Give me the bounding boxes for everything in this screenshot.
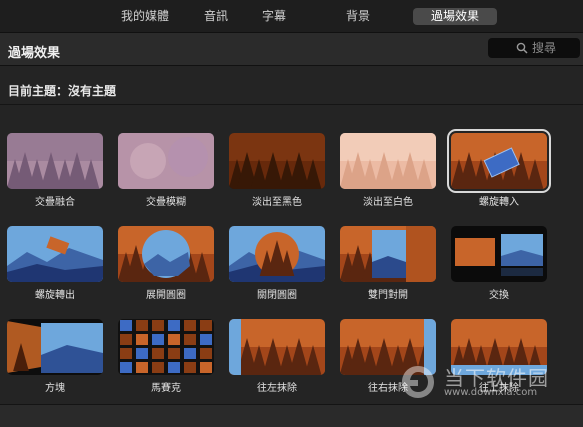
transition-label: 淡出至黑色 bbox=[252, 197, 302, 208]
header-bar: 過場效果 bbox=[0, 32, 583, 66]
transition-thumbnail[interactable] bbox=[229, 319, 325, 375]
thumbnail-preview bbox=[229, 319, 325, 375]
tab-transitions[interactable]: 過場效果 bbox=[413, 8, 497, 25]
transition-label: 馬賽克 bbox=[151, 383, 181, 394]
tab-audio[interactable]: 音訊 bbox=[196, 8, 236, 25]
tab-titles[interactable]: 字幕 bbox=[254, 8, 294, 25]
thumbnail-preview bbox=[118, 226, 214, 282]
transition-thumbnail[interactable] bbox=[7, 226, 103, 282]
thumbnail-preview bbox=[7, 133, 103, 189]
transition-thumbnail[interactable] bbox=[451, 319, 547, 375]
thumbnail-preview bbox=[7, 319, 103, 375]
top-tab-bar: 我的媒體 音訊 字幕 背景 過場效果 bbox=[0, 0, 583, 32]
search-box[interactable] bbox=[488, 38, 580, 58]
thumbnail-preview bbox=[451, 226, 547, 282]
transition-label: 往上抹除 bbox=[479, 383, 519, 394]
transition-label: 螺旋轉入 bbox=[479, 197, 519, 208]
transition-label: 螺旋轉出 bbox=[35, 290, 75, 301]
transition-thumbnail[interactable] bbox=[229, 133, 325, 189]
transition-thumbnail[interactable] bbox=[447, 129, 551, 193]
transition-thumbnail[interactable] bbox=[451, 226, 547, 282]
transition-label: 淡出至白色 bbox=[363, 197, 413, 208]
transition-thumbnail[interactable] bbox=[118, 319, 214, 375]
transition-thumbnail[interactable] bbox=[340, 226, 436, 282]
transition-thumbnail[interactable] bbox=[340, 319, 436, 375]
thumbnail-preview bbox=[118, 319, 214, 375]
transition-thumbnail[interactable] bbox=[118, 226, 214, 282]
transition-thumbnail[interactable] bbox=[7, 133, 103, 189]
tab-backgrounds[interactable]: 背景 bbox=[338, 8, 378, 25]
thumbnail-preview bbox=[340, 133, 436, 189]
thumbnail-preview bbox=[229, 133, 325, 189]
thumbnail-preview bbox=[451, 133, 547, 189]
transition-thumbnail[interactable] bbox=[229, 226, 325, 282]
thumbnail-preview bbox=[340, 319, 436, 375]
divider bbox=[0, 104, 583, 105]
thumbnail-preview bbox=[229, 226, 325, 282]
bottom-bar bbox=[0, 404, 583, 427]
current-theme-label: 目前主題：沒有主題 bbox=[8, 84, 117, 98]
transition-label: 展開圓圈 bbox=[146, 290, 186, 301]
transition-label: 雙門對開 bbox=[368, 290, 408, 301]
thumbnail-preview bbox=[7, 226, 103, 282]
search-icon bbox=[516, 42, 528, 54]
thumbnail-preview bbox=[340, 226, 436, 282]
transition-label: 交疊模糊 bbox=[146, 197, 186, 208]
transition-thumbnail[interactable] bbox=[7, 319, 103, 375]
transition-thumbnail[interactable] bbox=[118, 133, 214, 189]
transition-thumbnail[interactable] bbox=[340, 133, 436, 189]
transition-label: 往左抹除 bbox=[257, 383, 297, 394]
thumbnail-preview bbox=[118, 133, 214, 189]
transition-label: 往右抹除 bbox=[368, 383, 408, 394]
tab-my-media[interactable]: 我的媒體 bbox=[112, 8, 178, 25]
transition-label: 交疊融合 bbox=[35, 197, 75, 208]
transition-label: 方塊 bbox=[45, 383, 65, 394]
transition-label: 關閉圓圈 bbox=[257, 290, 297, 301]
thumbnail-preview bbox=[451, 319, 547, 375]
page-title: 過場效果 bbox=[8, 46, 61, 61]
search-input[interactable] bbox=[532, 38, 576, 58]
transition-label: 交換 bbox=[489, 290, 509, 301]
